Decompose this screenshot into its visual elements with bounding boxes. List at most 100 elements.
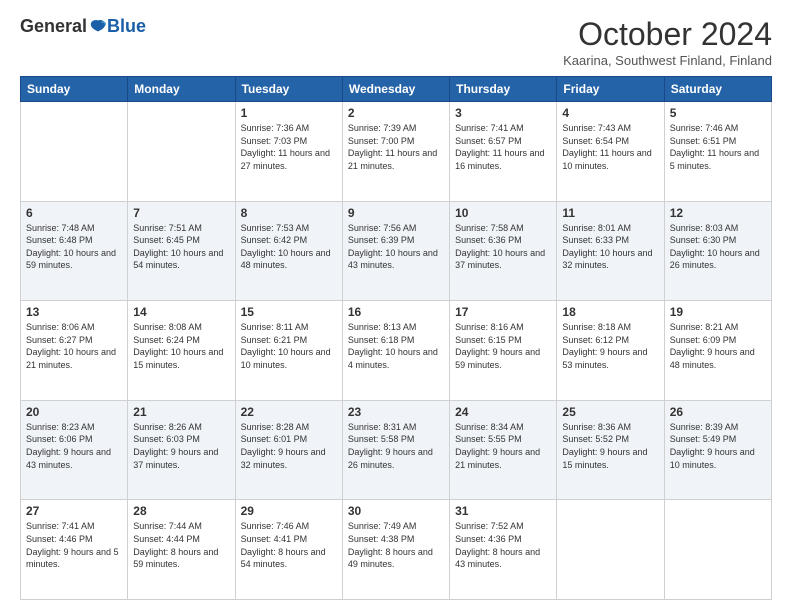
week-row-1: 1 Sunrise: 7:36 AM Sunset: 7:03 PM Daylig…: [21, 102, 772, 202]
day-number: 4: [562, 106, 658, 120]
day-cell: 2Sunrise: 7:39 AM Sunset: 7:00 PM Daylig…: [342, 102, 449, 202]
day-info: Sunrise: 8:21 AM Sunset: 6:09 PM Dayligh…: [670, 321, 766, 371]
day-info: Sunrise: 8:03 AM Sunset: 6:30 PM Dayligh…: [670, 222, 766, 272]
day-number: 22: [241, 405, 337, 419]
header-saturday: Saturday: [664, 77, 771, 102]
header-monday: Monday: [128, 77, 235, 102]
header-friday: Friday: [557, 77, 664, 102]
day-cell: 15 Sunrise: 8:11 AM Sunset: 6:21 PM Dayli…: [235, 301, 342, 401]
day-number: 9: [348, 206, 444, 220]
day-info: Sunrise: 7:51 AM Sunset: 6:45 PM Dayligh…: [133, 222, 229, 272]
day-cell: 7Sunrise: 7:51 AM Sunset: 6:45 PM Daylig…: [128, 201, 235, 301]
day-info: Sunrise: 7:48 AM Sunset: 6:48 PM Dayligh…: [26, 222, 122, 272]
day-cell: 1 Sunrise: 7:36 AM Sunset: 7:03 PM Daylig…: [235, 102, 342, 202]
day-cell: [664, 500, 771, 600]
day-cell: 5Sunrise: 7:46 AM Sunset: 6:51 PM Daylig…: [664, 102, 771, 202]
day-info: Sunrise: 7:52 AM Sunset: 4:36 PM Dayligh…: [455, 520, 551, 570]
day-info: Sunrise: 8:26 AM Sunset: 6:03 PM Dayligh…: [133, 421, 229, 471]
day-number: 28: [133, 504, 229, 518]
day-info: Sunrise: 7:41 AM Sunset: 4:46 PM Dayligh…: [26, 520, 122, 570]
day-number: 21: [133, 405, 229, 419]
day-number: 18: [562, 305, 658, 319]
day-cell: 17 Sunrise: 8:16 AM Sunset: 6:15 PM Dayli…: [450, 301, 557, 401]
day-info: Sunrise: 7:44 AM Sunset: 4:44 PM Dayligh…: [133, 520, 229, 570]
day-number: 29: [241, 504, 337, 518]
day-number: 23: [348, 405, 444, 419]
day-info: Sunrise: 7:36 AM Sunset: 7:03 PM Dayligh…: [241, 122, 337, 172]
header-tuesday: Tuesday: [235, 77, 342, 102]
day-cell: 4 Sunrise: 7:43 AM Sunset: 6:54 PM Daylig…: [557, 102, 664, 202]
logo-bird-icon: [89, 18, 107, 36]
day-number: 1: [241, 106, 337, 120]
day-info: Sunrise: 8:36 AM Sunset: 5:52 PM Dayligh…: [562, 421, 658, 471]
header: General Blue October 2024 Kaarina, South…: [20, 16, 772, 68]
day-number: 19: [670, 305, 766, 319]
location: Kaarina, Southwest Finland, Finland: [563, 53, 772, 68]
day-cell: 22 Sunrise: 8:28 AM Sunset: 6:01 PM Dayli…: [235, 400, 342, 500]
day-number: 13: [26, 305, 122, 319]
day-info: Sunrise: 8:34 AM Sunset: 5:55 PM Dayligh…: [455, 421, 551, 471]
day-info: Sunrise: 8:31 AM Sunset: 5:58 PM Dayligh…: [348, 421, 444, 471]
day-info: Sunrise: 7:58 AM Sunset: 6:36 PM Dayligh…: [455, 222, 551, 272]
day-cell: 19 Sunrise: 8:21 AM Sunset: 6:09 PM Dayli…: [664, 301, 771, 401]
day-info: Sunrise: 7:49 AM Sunset: 4:38 PM Dayligh…: [348, 520, 444, 570]
day-cell: [128, 102, 235, 202]
day-info: Sunrise: 7:56 AM Sunset: 6:39 PM Dayligh…: [348, 222, 444, 272]
day-info: Sunrise: 8:11 AM Sunset: 6:21 PM Dayligh…: [241, 321, 337, 371]
day-cell: [21, 102, 128, 202]
day-cell: 20 Sunrise: 8:23 AM Sunset: 6:06 PM Dayli…: [21, 400, 128, 500]
day-number: 24: [455, 405, 551, 419]
week-row-5: 27 Sunrise: 7:41 AM Sunset: 4:46 PM Dayli…: [21, 500, 772, 600]
day-cell: 26Sunrise: 8:39 AM Sunset: 5:49 PM Dayli…: [664, 400, 771, 500]
day-number: 6: [26, 206, 122, 220]
day-info: Sunrise: 8:08 AM Sunset: 6:24 PM Dayligh…: [133, 321, 229, 371]
day-number: 27: [26, 504, 122, 518]
day-cell: 16 Sunrise: 8:13 AM Sunset: 6:18 PM Dayli…: [342, 301, 449, 401]
month-title: October 2024: [563, 16, 772, 53]
day-info: Sunrise: 8:16 AM Sunset: 6:15 PM Dayligh…: [455, 321, 551, 371]
day-number: 8: [241, 206, 337, 220]
day-number: 25: [562, 405, 658, 419]
day-info: Sunrise: 8:13 AM Sunset: 6:18 PM Dayligh…: [348, 321, 444, 371]
day-cell: 21 Sunrise: 8:26 AM Sunset: 6:03 PM Dayli…: [128, 400, 235, 500]
header-wednesday: Wednesday: [342, 77, 449, 102]
day-cell: 27 Sunrise: 7:41 AM Sunset: 4:46 PM Dayli…: [21, 500, 128, 600]
header-sunday: Sunday: [21, 77, 128, 102]
day-info: Sunrise: 7:46 AM Sunset: 6:51 PM Dayligh…: [670, 122, 766, 172]
day-info: Sunrise: 7:41 AM Sunset: 6:57 PM Dayligh…: [455, 122, 551, 172]
logo-text: General Blue: [20, 16, 146, 37]
day-cell: 14 Sunrise: 8:08 AM Sunset: 6:24 PM Dayli…: [128, 301, 235, 401]
day-cell: 3Sunrise: 7:41 AM Sunset: 6:57 PM Daylig…: [450, 102, 557, 202]
day-number: 31: [455, 504, 551, 518]
day-cell: 24 Sunrise: 8:34 AM Sunset: 5:55 PM Dayli…: [450, 400, 557, 500]
week-row-2: 6 Sunrise: 7:48 AM Sunset: 6:48 PM Daylig…: [21, 201, 772, 301]
day-info: Sunrise: 7:53 AM Sunset: 6:42 PM Dayligh…: [241, 222, 337, 272]
day-number: 16: [348, 305, 444, 319]
header-thursday: Thursday: [450, 77, 557, 102]
day-cell: 9 Sunrise: 7:56 AM Sunset: 6:39 PM Daylig…: [342, 201, 449, 301]
day-info: Sunrise: 8:06 AM Sunset: 6:27 PM Dayligh…: [26, 321, 122, 371]
calendar-table: SundayMondayTuesdayWednesdayThursdayFrid…: [20, 76, 772, 600]
day-cell: 12Sunrise: 8:03 AM Sunset: 6:30 PM Dayli…: [664, 201, 771, 301]
day-cell: 25 Sunrise: 8:36 AM Sunset: 5:52 PM Dayli…: [557, 400, 664, 500]
day-cell: 11 Sunrise: 8:01 AM Sunset: 6:33 PM Dayli…: [557, 201, 664, 301]
day-info: Sunrise: 7:46 AM Sunset: 4:41 PM Dayligh…: [241, 520, 337, 570]
day-info: Sunrise: 8:28 AM Sunset: 6:01 PM Dayligh…: [241, 421, 337, 471]
day-number: 11: [562, 206, 658, 220]
day-info: Sunrise: 8:01 AM Sunset: 6:33 PM Dayligh…: [562, 222, 658, 272]
title-area: October 2024 Kaarina, Southwest Finland,…: [563, 16, 772, 68]
logo: General Blue: [20, 16, 146, 37]
day-number: 17: [455, 305, 551, 319]
day-number: 15: [241, 305, 337, 319]
day-cell: [557, 500, 664, 600]
day-info: Sunrise: 8:23 AM Sunset: 6:06 PM Dayligh…: [26, 421, 122, 471]
day-number: 20: [26, 405, 122, 419]
day-info: Sunrise: 7:43 AM Sunset: 6:54 PM Dayligh…: [562, 122, 658, 172]
day-info: Sunrise: 8:39 AM Sunset: 5:49 PM Dayligh…: [670, 421, 766, 471]
day-cell: 23 Sunrise: 8:31 AM Sunset: 5:58 PM Dayli…: [342, 400, 449, 500]
day-info: Sunrise: 8:18 AM Sunset: 6:12 PM Dayligh…: [562, 321, 658, 371]
day-cell: 13 Sunrise: 8:06 AM Sunset: 6:27 PM Dayli…: [21, 301, 128, 401]
week-row-3: 13 Sunrise: 8:06 AM Sunset: 6:27 PM Dayli…: [21, 301, 772, 401]
day-number: 2: [348, 106, 444, 120]
day-number: 14: [133, 305, 229, 319]
